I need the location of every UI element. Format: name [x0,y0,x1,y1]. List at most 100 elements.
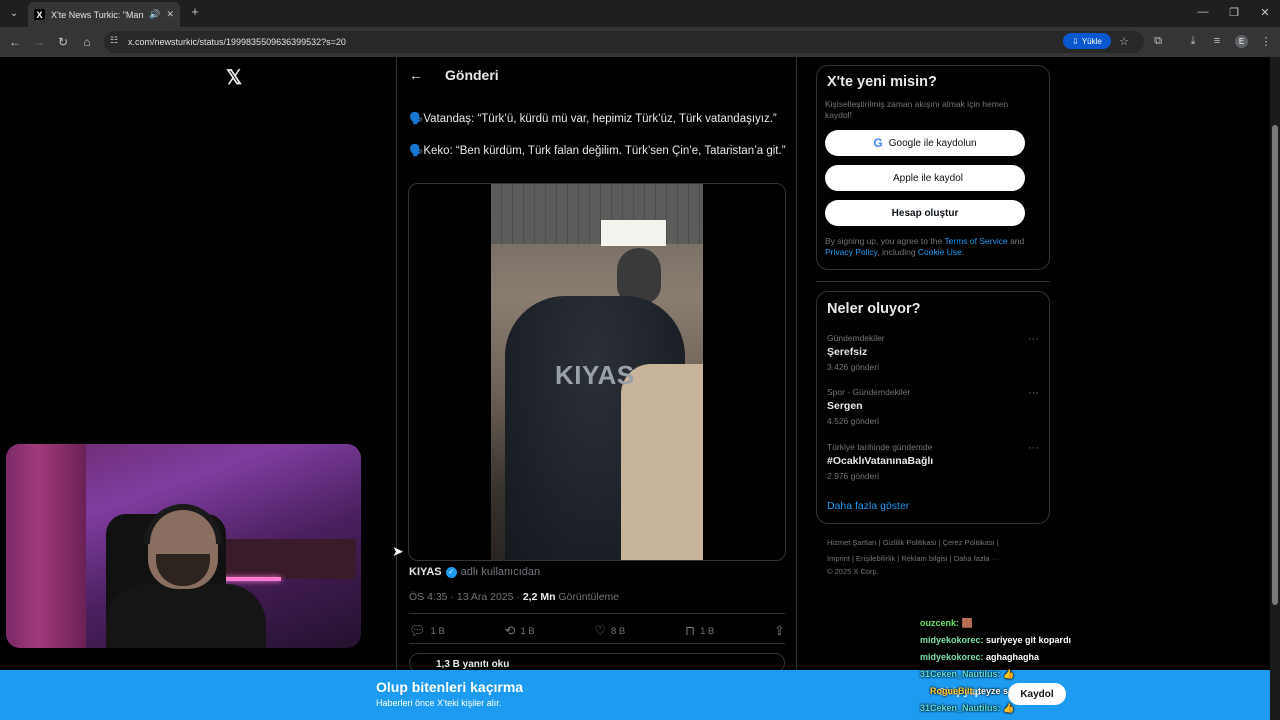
bookmark-count: 1 B [700,625,715,637]
x-favicon-icon: X [34,9,45,20]
trend-name: #OcaklıVatanınaBağlı [827,455,934,467]
chat-username: ouzcenk: [920,618,960,628]
post-header: ← Gönderi [397,57,796,93]
minimize-icon[interactable]: — [1193,6,1213,18]
author-name[interactable]: KIYAS [409,566,442,578]
trend-item[interactable]: Spor · Gündemdekiler Sergen 4.526 gönder… [827,387,1039,426]
heart-icon: ♡ [594,623,606,638]
bookmark-star-icon[interactable]: ☆ [1117,35,1131,48]
signup-banner: Olup bitenleri kaçırma Haberleri önce X'… [0,670,1270,720]
create-account-button[interactable]: Hesap oluştur [825,200,1025,226]
streamer-body [106,584,266,648]
menu-icon[interactable]: ⋮ [1259,35,1273,48]
chat-text: 👍 [1000,669,1015,679]
author-via: adlı kullanıcıdan [460,566,541,578]
trend-category: Gündemdekiler [827,333,885,343]
trends-card: Neler oluyor? Gündemdekiler Şerefsiz 3.4… [816,291,1050,524]
curtain [6,444,86,648]
signup-title: X'te yeni misin? [827,74,937,90]
speaker-icon[interactable]: 🔊 [149,9,160,20]
extensions-icon[interactable]: ⧉ [1151,35,1165,48]
divider [409,613,785,614]
trend-count: 3.426 gönderi [827,362,879,372]
more-icon[interactable]: ··· [1028,387,1039,399]
share-icon: ⇪ [774,623,785,638]
scrollbar-thumb[interactable] [1272,125,1278,605]
like-count: 8 B [610,625,626,637]
privacy-link[interactable]: Privacy Policy [825,247,877,257]
views-label: Görüntüleme [555,591,620,603]
chat-message: 31Ceken_Nautilus: 👍 [920,703,1014,714]
home-icon[interactable]: ⌂ [80,35,94,49]
tab-search-icon[interactable]: ⌄ [6,5,22,21]
install-button[interactable]: ⇩ Yükle [1063,33,1111,49]
trend-category: Spor · Gündemdekiler [827,387,911,397]
address-bar[interactable]: x.com/newsturkic/status/1999835509636399… [104,31,1144,53]
banner-subtitle: Haberleri önce X'teki kişiler alır. [376,698,502,708]
page-title: Gönderi [445,67,499,83]
site-info-icon[interactable]: ☷ [110,35,118,46]
copyright: © 2025 X Corp. [827,567,879,576]
back-icon[interactable]: ← [8,35,22,49]
footer-links[interactable]: İmprint | Erişilebilirlik | Reklam bilgi… [827,554,999,563]
chat-message: RogueBilt: teyze s [930,686,1008,696]
chat-message: ouzcenk: 🟫 [920,618,973,629]
google-signup-button[interactable]: G Google ile kaydolun [825,130,1025,156]
terms-text: and [1007,236,1025,246]
like-button[interactable]: ♡ 8 B [594,623,625,639]
bookmark-button[interactable]: ⊓ 1 B [685,623,714,639]
chat-text: suriyeye git kopardı [983,635,1072,645]
more-icon[interactable]: ··· [1028,333,1039,345]
close-tab-icon[interactable]: ✕ [166,9,174,20]
back-arrow-icon[interactable]: ← [409,67,423,83]
browser-tab-bar: ⌄ X X'te News Turkic: "Marmara 🔊 ✕ + — ❐… [0,0,1280,27]
chat-message: midyekokorec: aghaghagha [920,652,1039,662]
reply-count: 1 B [430,625,445,637]
profile-avatar[interactable]: E [1235,35,1248,48]
post-text-line: 🗣️Vatandaş: “Türk’ü, kürdü mü var, hepim… [409,113,777,125]
trends-title: Neler oluyor? [827,301,921,317]
new-tab-button[interactable]: + [188,5,202,19]
apple-signup-button[interactable]: Apple ile kaydol [825,165,1025,191]
reload-icon[interactable]: ↻ [56,35,70,49]
x-logo-icon[interactable]: 𝕏 [226,65,242,90]
url-text: x.com/newsturkic/status/1999835509636399… [128,37,346,47]
restore-icon[interactable]: ❐ [1224,6,1244,19]
trend-item[interactable]: Gündemdekiler Şerefsiz 3.426 gönderi ··· [827,333,1039,372]
reply-button[interactable]: 💬︎ 1 B [409,623,445,639]
video-player[interactable]: KIYAS [408,183,786,561]
browser-toolbar: ← → ↻ ⌂ x.com/newsturkic/status/19998355… [0,27,1280,57]
trend-category: Türkiye tarihinde gündemde [827,442,933,452]
chat-text: teyze s [975,686,1009,696]
show-more-link[interactable]: Daha fazla göster [827,500,909,512]
video-watermark: KIYAS [555,360,635,390]
install-label: Yükle [1081,36,1102,46]
repost-button[interactable]: ⟲ 1 B [504,623,534,639]
shelf [226,539,356,579]
mouse-cursor-icon: ➤ [392,543,404,559]
share-button[interactable]: ⇪ [774,623,785,639]
close-window-icon[interactable]: ✕ [1255,6,1275,19]
terms-text: . [961,247,965,257]
trend-count: 2.976 gönderi [827,471,879,481]
more-icon[interactable]: ··· [1028,442,1039,454]
trend-item[interactable]: Türkiye tarihinde gündemde #OcaklıVatanı… [827,442,1039,481]
chat-username: midyekokorec: [920,635,984,645]
media-controls-icon[interactable]: ≡ [1210,35,1224,47]
signup-card: X'te yeni misin? Kişiselleştirilmiş zama… [816,65,1050,270]
signup-button[interactable]: Kaydol [1008,683,1066,705]
read-replies-label: 1,3 B yanıtı oku [436,659,510,670]
forward-icon[interactable]: → [32,35,46,49]
post-timestamp[interactable]: ÖS 4:35 · 13 Ara 2025 · [409,591,523,603]
chat-username: 31Ceken_Nautilus: [920,703,1001,713]
google-signup-label: Google ile kaydolun [888,137,977,149]
footer-links[interactable]: Hizmet Şartları | Gizlilik Politikası | … [827,538,999,547]
browser-tab[interactable]: X X'te News Turkic: "Marmara 🔊 ✕ [28,2,180,27]
download-icon[interactable]: ⤓ [1186,35,1200,48]
cookie-link[interactable]: Cookie Use [918,247,962,257]
terms-link[interactable]: Terms of Service [944,236,1007,246]
create-account-label: Hesap oluştur [891,207,959,219]
views-count: 2,2 Mn [522,591,556,603]
x-page: 𝕏 ← Gönderi 🗣️Vatandaş: “Türk’ü, kürdü m… [0,57,1270,720]
trend-name: Sergen [827,400,863,412]
